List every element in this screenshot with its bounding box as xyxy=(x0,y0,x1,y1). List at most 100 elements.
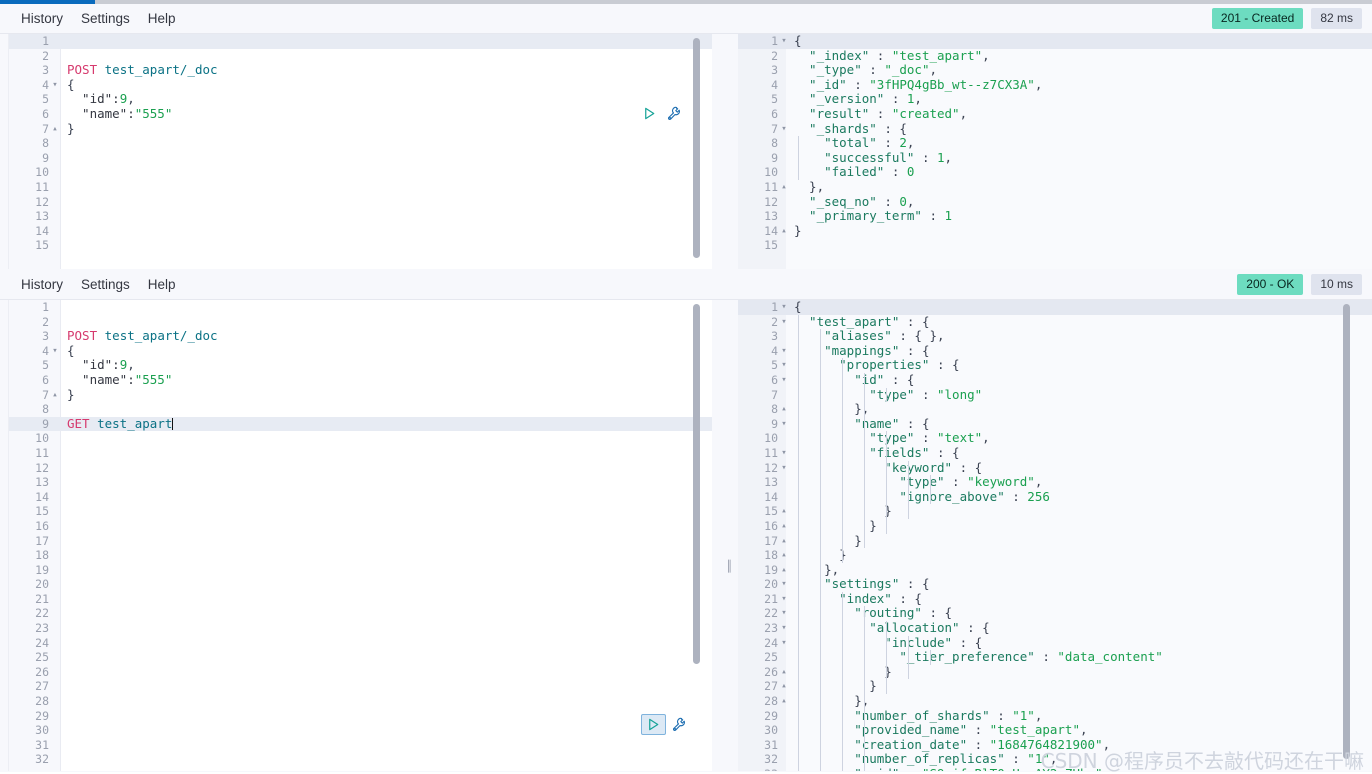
fold-toggle-icon[interactable]: ▴ xyxy=(780,180,788,195)
menu-item-help[interactable]: Help xyxy=(139,8,185,29)
fold-toggle-icon[interactable]: ▴ xyxy=(780,519,788,534)
code-line[interactable]: 15 xyxy=(9,238,712,253)
code-line[interactable]: 30 xyxy=(9,723,712,738)
code-line[interactable]: 26 xyxy=(9,665,712,680)
fold-toggle-icon[interactable]: ▴ xyxy=(51,122,59,137)
fold-toggle-icon[interactable]: ▴ xyxy=(780,563,788,578)
code-line[interactable]: 5 "id":9, xyxy=(9,92,712,107)
fold-toggle-icon[interactable]: ▾ xyxy=(780,621,788,636)
fold-toggle-icon[interactable]: ▴ xyxy=(780,504,788,519)
fold-toggle-icon[interactable]: ▾ xyxy=(780,300,788,315)
code-line[interactable]: 13 xyxy=(9,475,712,490)
code-line[interactable]: 20 ▾ "settings" : { xyxy=(738,576,1372,592)
code-line[interactable]: 14 ▴} xyxy=(738,223,1372,239)
menu-item-settings[interactable]: Settings xyxy=(72,8,139,29)
fold-toggle-icon[interactable]: ▾ xyxy=(780,592,788,607)
code-line[interactable]: 3 "_type" : "_doc", xyxy=(738,62,1372,78)
code-line[interactable]: 20 xyxy=(9,577,712,592)
code-line[interactable]: 5 "id":9, xyxy=(9,358,712,373)
code-line[interactable]: 21 xyxy=(9,592,712,607)
code-line[interactable]: 2 ▾ "test_apart" : { xyxy=(738,314,1372,330)
code-line[interactable]: 24 ▾ "include" : { xyxy=(738,635,1372,651)
code-line[interactable]: 17 xyxy=(9,534,712,549)
fold-toggle-icon[interactable]: ▴ xyxy=(780,534,788,549)
fold-toggle-icon[interactable]: ▾ xyxy=(780,373,788,388)
code-line[interactable]: 14 "ignore_above" : 256 xyxy=(738,489,1372,505)
code-line[interactable]: 28 ▴ }, xyxy=(738,693,1372,709)
code-line[interactable]: 14 xyxy=(9,224,712,239)
fold-toggle-icon[interactable]: ▾ xyxy=(780,358,788,373)
fold-toggle-icon[interactable]: ▴ xyxy=(780,679,788,694)
code-line[interactable]: 7 "type" : "long" xyxy=(738,387,1372,403)
code-line[interactable]: 6 "name":"555" xyxy=(9,372,712,388)
code-line[interactable]: 8 "total" : 2, xyxy=(738,135,1372,151)
code-line[interactable]: 19 xyxy=(9,563,712,578)
fold-toggle-icon[interactable]: ▾ xyxy=(780,606,788,621)
request-options-button[interactable] xyxy=(672,717,687,732)
code-line[interactable]: 9 ▾ "name" : { xyxy=(738,416,1372,432)
code-line[interactable]: 11 ▴ }, xyxy=(738,179,1372,195)
code-line[interactable]: 7 ▾ "_shards" : { xyxy=(738,121,1372,137)
fold-toggle-icon[interactable]: ▾ xyxy=(780,446,788,461)
menu-item-history[interactable]: History xyxy=(12,8,72,29)
code-line[interactable]: 12 "_seq_no" : 0, xyxy=(738,194,1372,210)
code-line[interactable]: 31 "creation_date" : "1684764821900", xyxy=(738,737,1372,753)
code-line[interactable]: 9 GET test_apart xyxy=(9,416,712,432)
code-line[interactable]: 11 xyxy=(9,446,712,461)
fold-toggle-icon[interactable]: ▾ xyxy=(780,461,788,476)
code-line[interactable]: 9 "successful" : 1, xyxy=(738,150,1372,166)
menu-item-settings[interactable]: Settings xyxy=(72,274,139,295)
code-line[interactable]: 31 xyxy=(9,738,712,753)
code-line[interactable]: 18 xyxy=(9,548,712,563)
code-line[interactable]: 13 "type" : "keyword", xyxy=(738,474,1372,490)
code-line[interactable]: 18▴ } xyxy=(738,547,1372,563)
fold-toggle-icon[interactable]: ▾ xyxy=(780,122,788,137)
fold-toggle-icon[interactable]: ▴ xyxy=(780,402,788,417)
code-line[interactable]: 5 "_version" : 1, xyxy=(738,92,1372,107)
run-request-button[interactable] xyxy=(641,714,666,735)
code-line[interactable]: 8 xyxy=(9,136,712,151)
code-line[interactable]: 13 xyxy=(9,209,712,224)
code-line[interactable]: 25 "_tier_preference" : "data_content" xyxy=(738,649,1372,665)
code-line[interactable]: 12 ▾ "keyword" : { xyxy=(738,460,1372,476)
code-line[interactable]: 32 "number_of_replicas" : "1", xyxy=(738,752,1372,767)
code-line[interactable]: 23 ▾ "allocation" : { xyxy=(738,620,1372,636)
code-line[interactable]: 22 xyxy=(9,606,712,621)
code-line[interactable]: 2 "_index" : "test_apart", xyxy=(738,48,1372,64)
code-line[interactable]: 16 ▴ } xyxy=(738,518,1372,534)
code-line[interactable]: 1 ▾ { xyxy=(738,300,1372,315)
code-line[interactable]: 15 xyxy=(9,504,712,519)
code-line[interactable]: 6 ▾ "id" : { xyxy=(738,372,1372,388)
code-line[interactable]: 15 xyxy=(738,238,1372,253)
fold-toggle-icon[interactable]: ▾ xyxy=(780,315,788,330)
console-2-response-viewer[interactable]: 1 ▾{2 ▾ "test_apart" : {3 "aliases" : { },… xyxy=(738,300,1372,771)
fold-toggle-icon[interactable]: ▾ xyxy=(780,34,788,49)
response-code-area[interactable]: 1 ▾{2 ▾ "test_apart" : {3 "aliases" : { },… xyxy=(738,300,1372,771)
fold-toggle-icon[interactable]: ▾ xyxy=(51,344,59,359)
console-1-response-viewer[interactable]: 1 ▾{2 "_index" : "test_apart", 3 "_type" :… xyxy=(738,34,1372,269)
code-line[interactable]: 22 ▾ "routing" : { xyxy=(738,606,1372,622)
code-line[interactable]: 30 "provided_name" : "test_apart", xyxy=(738,722,1372,738)
run-request-button[interactable] xyxy=(638,104,661,123)
fold-toggle-icon[interactable]: ▾ xyxy=(51,78,59,93)
code-line[interactable]: 23 xyxy=(9,621,712,636)
code-line[interactable]: 28 xyxy=(9,694,712,709)
code-line[interactable]: 33 "uuid" : "S9vifgRlT0-UawAY2-ZHbw" xyxy=(738,766,1372,771)
code-line[interactable]: 12 xyxy=(9,195,712,210)
code-line[interactable]: 3 POST test_apart/_doc xyxy=(9,62,712,78)
code-line[interactable]: 25 xyxy=(9,650,712,665)
code-line[interactable]: 21 ▾ "index" : { xyxy=(738,591,1372,607)
code-line[interactable]: 5 ▾ "properties" : { xyxy=(738,358,1372,373)
code-line[interactable]: 4 ▾ { xyxy=(9,77,712,93)
code-line[interactable]: 3 POST test_apart/_doc xyxy=(9,328,712,344)
code-line[interactable]: 10 "failed" : 0 xyxy=(738,165,1372,180)
code-line[interactable]: 10 "type" : "text", xyxy=(738,431,1372,446)
menu-item-help[interactable]: Help xyxy=(139,274,185,295)
code-line[interactable]: 11 ▾ "fields" : { xyxy=(738,445,1372,461)
request-code-area[interactable]: 1 2 3 POST test_apart/_doc 4 ▾{5 "id":9, 6 "na… xyxy=(9,300,712,771)
code-line[interactable]: 1 ▾ { xyxy=(738,34,1372,49)
code-line[interactable]: 17 ▴ } xyxy=(738,533,1372,549)
code-line[interactable]: 27 xyxy=(9,679,712,694)
fold-toggle-icon[interactable]: ▾ xyxy=(780,417,788,432)
code-line[interactable]: 27 ▴ } xyxy=(738,679,1372,695)
